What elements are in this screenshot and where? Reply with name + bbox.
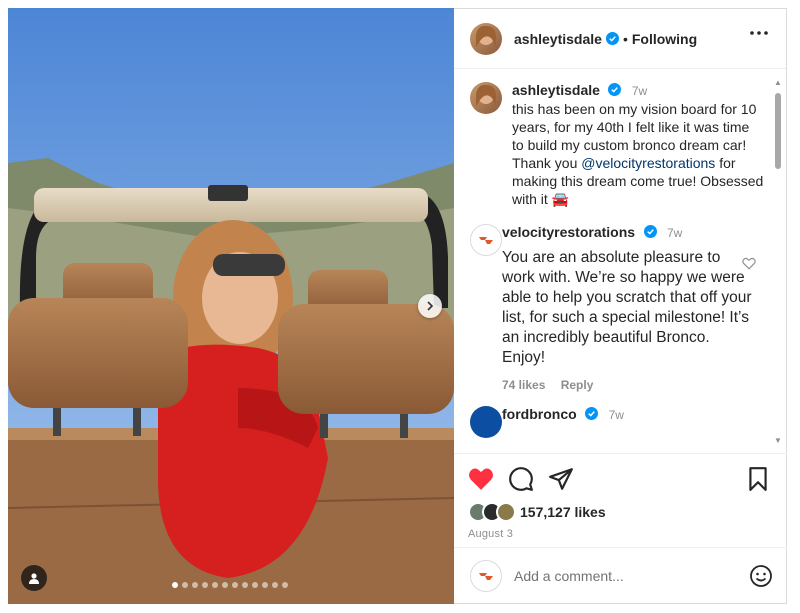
mention-link[interactable]: @velocityrestorations bbox=[581, 155, 715, 171]
likes-summary: 157,127 likes bbox=[468, 502, 771, 522]
list-item: fordbronco 7w bbox=[470, 406, 771, 438]
following-button[interactable]: Following bbox=[632, 31, 697, 47]
comments-list[interactable]: ashleytisdale 7w this has been on my vis… bbox=[454, 70, 787, 452]
verified-badge-icon bbox=[608, 83, 622, 96]
post-photo bbox=[8, 8, 454, 604]
reply-button[interactable]: Reply bbox=[561, 378, 594, 392]
caption: ashleytisdale 7w this has been on my vis… bbox=[470, 82, 771, 208]
carousel-dot bbox=[172, 582, 178, 588]
scroll-up-arrow-icon[interactable]: ▲ bbox=[774, 79, 782, 87]
verified-badge-icon bbox=[585, 407, 599, 420]
carousel-dot bbox=[232, 582, 238, 588]
comment-time[interactable]: 7w bbox=[609, 408, 624, 422]
list-item: velocityrestorations 7w You are an absol… bbox=[470, 224, 771, 392]
bookmark-icon[interactable] bbox=[745, 466, 771, 492]
commenter-username[interactable]: velocityrestorations bbox=[502, 224, 635, 240]
carousel-dot bbox=[262, 582, 268, 588]
post-panel: ashleytisdale • Following ashleytisdale … bbox=[454, 8, 787, 604]
commenter-avatar[interactable] bbox=[470, 406, 502, 438]
add-comment-bar bbox=[454, 547, 787, 603]
tagged-users-button[interactable] bbox=[21, 565, 47, 591]
scroll-down-arrow-icon[interactable]: ▼ bbox=[774, 437, 782, 445]
person-icon bbox=[29, 573, 39, 584]
post-header: ashleytisdale • Following bbox=[454, 9, 786, 69]
comment-input[interactable] bbox=[514, 567, 749, 584]
likes-count[interactable]: 157,127 likes bbox=[520, 504, 606, 520]
post-media[interactable] bbox=[8, 8, 454, 604]
carousel-dot bbox=[182, 582, 188, 588]
caption-time[interactable]: 7w bbox=[632, 84, 647, 98]
header-separator: • bbox=[622, 30, 628, 47]
verified-badge-icon bbox=[643, 225, 657, 238]
chevron-right-icon bbox=[427, 301, 434, 311]
commenter-avatar[interactable] bbox=[470, 224, 502, 256]
carousel-indicator bbox=[172, 582, 288, 588]
velocity-logo-icon bbox=[479, 572, 493, 580]
caption-text: this has been on my vision board for 10 … bbox=[512, 100, 764, 208]
carousel-dot bbox=[212, 582, 218, 588]
scroll-thumb[interactable] bbox=[775, 93, 781, 169]
author-username[interactable]: ashleytisdale bbox=[514, 31, 602, 47]
send-icon[interactable] bbox=[548, 466, 574, 492]
like-comment-heart-icon[interactable] bbox=[742, 257, 756, 270]
avatar[interactable] bbox=[470, 22, 502, 55]
velocity-logo-icon bbox=[479, 237, 493, 244]
heart-filled-icon[interactable] bbox=[468, 466, 494, 492]
comment-icon[interactable] bbox=[508, 466, 534, 492]
carousel-dot bbox=[282, 582, 288, 588]
post-actions: 157,127 likes August 3 bbox=[454, 453, 787, 540]
carousel-dot bbox=[242, 582, 248, 588]
comment-likes[interactable]: 74 likes bbox=[502, 378, 545, 392]
carousel-dot bbox=[222, 582, 228, 588]
comments-scrollbar[interactable]: ▲ ▼ bbox=[772, 77, 784, 447]
caption-avatar[interactable] bbox=[470, 82, 502, 114]
carousel-dot bbox=[272, 582, 278, 588]
carousel-dot bbox=[252, 582, 258, 588]
current-user-avatar bbox=[470, 559, 502, 592]
more-horizontal-icon[interactable] bbox=[750, 31, 768, 35]
verified-badge-icon bbox=[605, 32, 619, 45]
carousel-dot bbox=[192, 582, 198, 588]
caption-username[interactable]: ashleytisdale bbox=[512, 82, 600, 98]
next-slide-button[interactable] bbox=[418, 294, 442, 318]
carousel-dot bbox=[202, 582, 208, 588]
smiley-icon[interactable] bbox=[749, 564, 773, 588]
post-date[interactable]: August 3 bbox=[468, 528, 771, 540]
commenter-username[interactable]: fordbronco bbox=[502, 406, 577, 422]
comment-time[interactable]: 7w bbox=[667, 226, 682, 240]
liker-avatar bbox=[496, 502, 516, 522]
comment-text: You are an absolute pleasure to work wit… bbox=[502, 249, 752, 366]
